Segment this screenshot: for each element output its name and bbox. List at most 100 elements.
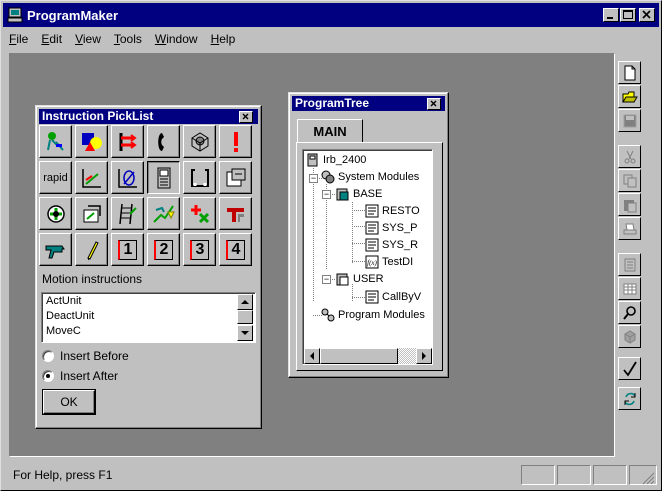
picklist-close-button[interactable]	[239, 111, 253, 123]
tree-node-program-modules[interactable]: Program Modules	[321, 308, 425, 322]
instruction-picklist-window: Instruction PickList rapid 1 2 3 4 Motio…	[35, 105, 262, 429]
pen-button[interactable]	[75, 233, 108, 266]
horizontal-scrollbar[interactable]	[304, 348, 432, 364]
gear-box-button[interactable]	[183, 125, 216, 158]
right-toolbar	[618, 57, 648, 457]
target-button[interactable]	[39, 197, 72, 230]
maximize-button[interactable]	[620, 8, 636, 22]
document-button[interactable]	[618, 253, 641, 276]
tree-node-testdi[interactable]: f(x) TestDI	[365, 255, 413, 269]
status-cell	[557, 465, 591, 485]
tree-expander[interactable]: −	[309, 174, 318, 183]
tree-node-base[interactable]: BASE	[336, 187, 382, 201]
copy-button[interactable]	[618, 169, 641, 192]
rotate-button[interactable]	[183, 161, 216, 194]
module-icon	[336, 273, 349, 286]
instruction-list[interactable]: ActUnit DeactUnit MoveC	[41, 292, 256, 343]
menu-view[interactable]: View	[69, 32, 108, 46]
list-item[interactable]: MoveC	[46, 325, 81, 337]
insert-before-radio[interactable]: Insert Before	[42, 349, 129, 363]
number-1-button[interactable]: 1	[111, 233, 144, 266]
close-icon	[242, 113, 249, 120]
tree-node-label: SYS_P	[382, 222, 418, 234]
gripper-button[interactable]	[219, 197, 252, 230]
open-folder-icon	[621, 91, 638, 102]
tree-close-button[interactable]	[427, 98, 441, 110]
list-item[interactable]: DeactUnit	[46, 310, 94, 322]
menu-help[interactable]: Help	[205, 32, 243, 46]
scroll-thumb[interactable]	[237, 310, 253, 324]
cross-add-button[interactable]	[183, 197, 216, 230]
number-2-label: 2	[153, 239, 174, 260]
tree-node-label: SYS_R	[382, 239, 419, 251]
table-button[interactable]	[618, 277, 641, 300]
cabinet-button[interactable]	[147, 161, 180, 194]
tree-node-user[interactable]: USER	[336, 272, 384, 286]
routine-icon	[365, 290, 379, 304]
tab-main[interactable]: MAIN	[297, 119, 363, 143]
menu-edit[interactable]: Edit	[35, 32, 69, 46]
resize-grip-icon[interactable]	[641, 471, 655, 485]
tree-node-label: Irb_2400	[323, 154, 367, 166]
new-button[interactable]	[618, 61, 641, 84]
phone-button[interactable]	[147, 125, 180, 158]
tree-node-system-modules[interactable]: System Modules	[321, 170, 419, 184]
menu-window[interactable]: Window	[149, 32, 205, 46]
tree-node-sys-r[interactable]: SYS_R	[365, 238, 418, 252]
drill-button[interactable]	[39, 233, 72, 266]
cut-button[interactable]	[618, 145, 641, 168]
open-button[interactable]	[618, 85, 641, 108]
close-icon	[642, 10, 651, 19]
close-button[interactable]	[639, 8, 655, 22]
tree-node-callbyv[interactable]: CallByV	[365, 290, 421, 304]
rotate-icon	[190, 168, 209, 187]
rapid-button[interactable]: rapid	[39, 161, 72, 194]
spark-button[interactable]	[147, 197, 180, 230]
number-4-label: 4	[225, 239, 246, 260]
save-button[interactable]	[618, 109, 641, 132]
number-3-button[interactable]: 3	[183, 233, 216, 266]
scroll-up-button[interactable]	[237, 294, 253, 310]
scroll-down-button[interactable]	[237, 325, 253, 341]
scroll-left-button[interactable]	[304, 348, 320, 364]
minimize-button[interactable]	[603, 8, 619, 22]
robot-motion-button[interactable]	[75, 197, 108, 230]
tree-node-root[interactable]: Irb_2400	[306, 153, 366, 167]
zero-icon	[117, 168, 137, 188]
number-4-button[interactable]: 4	[219, 233, 252, 266]
axis-button[interactable]	[75, 161, 108, 194]
exclamation-button[interactable]	[219, 125, 252, 158]
program-tree[interactable]: Irb_2400 − System Modules − BASE RESTO S…	[302, 149, 433, 365]
sync-button[interactable]	[618, 387, 641, 410]
scroll-right-button[interactable]	[416, 348, 432, 364]
menu-file[interactable]: File	[3, 32, 35, 46]
tree-node-sys-p[interactable]: SYS_P	[365, 221, 417, 235]
zero-button[interactable]	[111, 161, 144, 194]
tree-node-resto[interactable]: RESTO	[365, 204, 420, 218]
shapes-button[interactable]	[75, 125, 108, 158]
print-button[interactable]	[618, 217, 641, 240]
list-item[interactable]: ActUnit	[46, 295, 81, 307]
check-button[interactable]	[618, 357, 641, 380]
ok-button[interactable]: OK	[43, 390, 95, 414]
mirror-icon	[226, 168, 245, 186]
mirror-button[interactable]	[219, 161, 252, 194]
branch-button[interactable]	[111, 125, 144, 158]
routine-icon	[365, 204, 379, 218]
number-2-button[interactable]: 2	[147, 233, 180, 266]
tree-expander[interactable]: −	[322, 190, 331, 199]
cube-button[interactable]	[618, 325, 641, 348]
tool-data-button[interactable]	[39, 125, 72, 158]
insert-after-radio[interactable]: Insert After	[42, 369, 118, 383]
status-cell	[521, 465, 555, 485]
scroll-thumb[interactable]	[320, 348, 398, 364]
find-button[interactable]	[618, 301, 641, 324]
menu-tools[interactable]: Tools	[108, 32, 149, 46]
number-3-label: 3	[189, 239, 210, 260]
paste-button[interactable]	[618, 193, 641, 216]
gear-box-icon	[191, 131, 208, 152]
print-icon	[623, 223, 636, 234]
tree-expander[interactable]: −	[322, 275, 331, 284]
controller-icon	[307, 153, 318, 167]
ladder-button[interactable]	[111, 197, 144, 230]
